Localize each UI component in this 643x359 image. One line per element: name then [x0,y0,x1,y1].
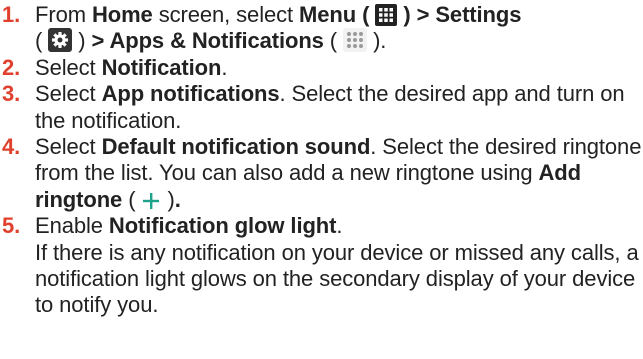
step-1: 1. From Home screen, select Menu ( ) > S… [2,2,643,55]
step-text: ) [167,186,175,212]
glow-light-label: Notification glow light [108,213,337,239]
notification-label: Notification [101,54,222,80]
step-text: Select [35,81,102,107]
step-text: ) [78,28,92,54]
step-text: Select [35,54,102,80]
plus-icon [141,191,161,211]
menu-label: Menu ( [299,2,370,27]
settings-label: ) > Settings [403,2,522,27]
step-4: 4. Select Default notification sound. Se… [2,134,643,213]
settings-gear-icon [48,28,73,53]
step-number: 2. [2,54,21,80]
step-number: 3. [2,81,21,107]
step-2: 2. Select Notification. [2,55,643,81]
step-text: Enable [35,213,109,239]
step-text: ( [323,28,338,54]
step-text: ). [373,28,387,54]
home-label: Home [91,2,153,27]
step-number: 1. [2,2,21,27]
step-text: Select [35,134,102,160]
app-notifications-label: App notifications [101,81,280,107]
step-5: 5. Enable Notification glow light. If th… [2,213,643,319]
step-text: screen, select [152,2,300,27]
instructions-page: 1. From Home screen, select Menu ( ) > S… [0,0,643,359]
apps-notifications-label: > Apps & Notifications [91,28,324,54]
step-3: 3. Select App notifications. Select the … [2,81,643,134]
step-text: ( [35,28,43,54]
apps-dots-icon [343,28,368,53]
step-text: ( [122,186,136,212]
menu-grid-icon [375,4,398,26]
step-number: 4. [2,134,21,160]
step-description: If there is any notification on your dev… [35,239,639,318]
step-text: . [336,213,343,239]
step-text: . [221,54,228,80]
default-sound-label: Default notification sound [101,134,371,160]
steps-list: 1. From Home screen, select Menu ( ) > S… [2,2,643,319]
step-text: From [35,2,92,27]
step-end: . [174,186,181,212]
step-number: 5. [2,213,21,239]
